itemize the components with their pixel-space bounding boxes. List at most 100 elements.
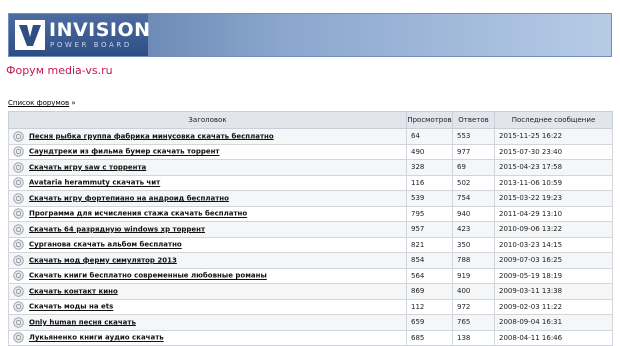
topic-link[interactable]: Сурганова скачать альбом бесплатно [29, 241, 182, 249]
topic-title-cell: Скачать игру фортепиано на андроид беспл… [8, 190, 407, 207]
topic-last-post: 2011-04-29 13:10 [494, 205, 613, 222]
topic-last-post: 2010-03-23 14:15 [494, 236, 613, 253]
topic-views: 957 [406, 221, 453, 238]
table-row: Саундтреки из фильма бумер скачать торре… [8, 143, 613, 160]
topic-replies: 972 [452, 298, 495, 315]
topic-bubble-icon [13, 224, 24, 235]
topic-link[interactable]: Песня рыбка группа фабрика минусовка ска… [29, 132, 274, 140]
table-row: Скачать игру saw с торрента 328 69 2015-… [8, 159, 613, 176]
topic-views: 869 [406, 283, 453, 300]
topic-link[interactable]: Скачать моды на ets [29, 303, 113, 311]
topic-bubble-icon [13, 286, 24, 297]
topic-title-cell: Only human песня скачать [8, 314, 407, 331]
table-row: Скачать мод ферму симулятор 2013 854 788… [8, 252, 613, 269]
topic-bubble-icon [13, 239, 24, 250]
topic-replies: 502 [452, 174, 495, 191]
topic-replies: 940 [452, 205, 495, 222]
logo-v-icon [15, 20, 45, 50]
topic-replies: 138 [452, 329, 495, 346]
topic-views: 539 [406, 190, 453, 207]
topic-bubble-icon [13, 193, 24, 204]
topic-title-cell: Лукьяненко книги аудио скачать [8, 329, 407, 346]
topic-replies: 765 [452, 314, 495, 331]
topic-last-post: 2010-09-06 13:22 [494, 221, 613, 238]
topic-views: 116 [406, 174, 453, 191]
topic-bubble-icon [13, 208, 24, 219]
topic-bubble-icon [13, 301, 24, 312]
topic-views: 854 [406, 252, 453, 269]
topic-bubble-icon [13, 131, 24, 142]
topic-bubble-icon [13, 177, 24, 188]
breadcrumb: Список форумов » [8, 99, 76, 107]
topic-title-cell: Песня рыбка группа фабрика минусовка ска… [8, 128, 407, 145]
topic-views: 564 [406, 267, 453, 284]
topic-replies: 754 [452, 190, 495, 207]
invision-logo[interactable]: INVISION POWER BOARD [9, 14, 151, 56]
topic-views: 112 [406, 298, 453, 315]
topic-link[interactable]: Скачать контакт кино [29, 287, 118, 295]
logo-wordmark: INVISION [49, 19, 151, 41]
topics-table: Заголовок Просмотров Ответов Последнее с… [8, 111, 613, 346]
table-row: Песня рыбка группа фабрика минусовка ска… [8, 128, 613, 145]
topic-views: 795 [406, 205, 453, 222]
topic-title-cell: Саундтреки из фильма бумер скачать торре… [8, 143, 407, 160]
table-row: Скачать контакт кино 869 400 2009-03-11 … [8, 283, 613, 300]
topic-link[interactable]: Скачать игру фортепиано на андроид беспл… [29, 194, 229, 202]
topic-title-cell: Скачать контакт кино [8, 283, 407, 300]
topic-replies: 423 [452, 221, 495, 238]
breadcrumb-forum-list-link[interactable]: Список форумов [8, 99, 69, 107]
topic-last-post: 2015-04-23 17:58 [494, 159, 613, 176]
topic-link[interactable]: Avataria herammuty скачать чит [29, 179, 160, 187]
topic-views: 328 [406, 159, 453, 176]
table-row: Скачать игру фортепиано на андроид беспл… [8, 190, 613, 207]
column-header-title: Заголовок [8, 111, 407, 129]
topic-title-cell: Скачать моды на ets [8, 298, 407, 315]
header-banner: INVISION POWER BOARD [8, 13, 612, 57]
table-row: Only human песня скачать 659 765 2008-09… [8, 314, 613, 331]
column-header-views: Просмотров [406, 111, 453, 129]
topic-last-post: 2009-07-03 16:25 [494, 252, 613, 269]
table-row: Скачать 64 разрядную windows xp торрент … [8, 221, 613, 238]
topic-link[interactable]: Саундтреки из фильма бумер скачать торре… [29, 148, 220, 156]
topic-last-post: 2008-04-11 16:46 [494, 329, 613, 346]
topic-views: 685 [406, 329, 453, 346]
topic-title-cell: Программа для исчисления стажа скачать б… [8, 205, 407, 222]
breadcrumb-separator: » [71, 99, 76, 107]
topic-link[interactable]: Скачать мод ферму симулятор 2013 [29, 256, 177, 264]
table-row: Avataria herammuty скачать чит 116 502 2… [8, 174, 613, 191]
topic-views: 64 [406, 128, 453, 145]
topic-replies: 977 [452, 143, 495, 160]
topic-bubble-icon [13, 255, 24, 266]
topic-title-cell: Avataria herammuty скачать чит [8, 174, 407, 191]
topics-table-body: Песня рыбка группа фабрика минусовка ска… [8, 128, 613, 346]
topic-last-post: 2013-11-06 10:59 [494, 174, 613, 191]
column-header-last-post: Последнее сообщение [494, 111, 613, 129]
topic-last-post: 2015-03-22 19:23 [494, 190, 613, 207]
topic-title-cell: Сурганова скачать альбом бесплатно [8, 236, 407, 253]
table-row: Лукьяненко книги аудио скачать 685 138 2… [8, 329, 613, 346]
topic-link[interactable]: Only human песня скачать [29, 318, 136, 326]
topic-link[interactable]: Лукьяненко книги аудио скачать [29, 334, 164, 342]
logo-subtitle: POWER BOARD [50, 41, 132, 49]
topic-replies: 788 [452, 252, 495, 269]
topic-views: 821 [406, 236, 453, 253]
topic-replies: 69 [452, 159, 495, 176]
forum-title-link[interactable]: Форум media-vs.ru [6, 64, 113, 77]
table-row: Программа для исчисления стажа скачать б… [8, 205, 613, 222]
topic-views: 659 [406, 314, 453, 331]
topic-link[interactable]: Скачать книги бесплатно современные любо… [29, 272, 267, 280]
topic-link[interactable]: Скачать игру saw с торрента [29, 163, 146, 171]
topics-table-header: Заголовок Просмотров Ответов Последнее с… [8, 111, 613, 129]
topic-bubble-icon [13, 317, 24, 328]
topic-replies: 350 [452, 236, 495, 253]
topic-link[interactable]: Программа для исчисления стажа скачать б… [29, 210, 247, 218]
topic-title-cell: Скачать книги бесплатно современные любо… [8, 267, 407, 284]
topic-title-cell: Скачать 64 разрядную windows xp торрент [8, 221, 407, 238]
topic-replies: 400 [452, 283, 495, 300]
topic-title-cell: Скачать мод ферму симулятор 2013 [8, 252, 407, 269]
topic-views: 490 [406, 143, 453, 160]
topic-link[interactable]: Скачать 64 разрядную windows xp торрент [29, 225, 205, 233]
topic-replies: 919 [452, 267, 495, 284]
topic-last-post: 2009-05-19 18:19 [494, 267, 613, 284]
topic-last-post: 2009-02-03 11:22 [494, 298, 613, 315]
